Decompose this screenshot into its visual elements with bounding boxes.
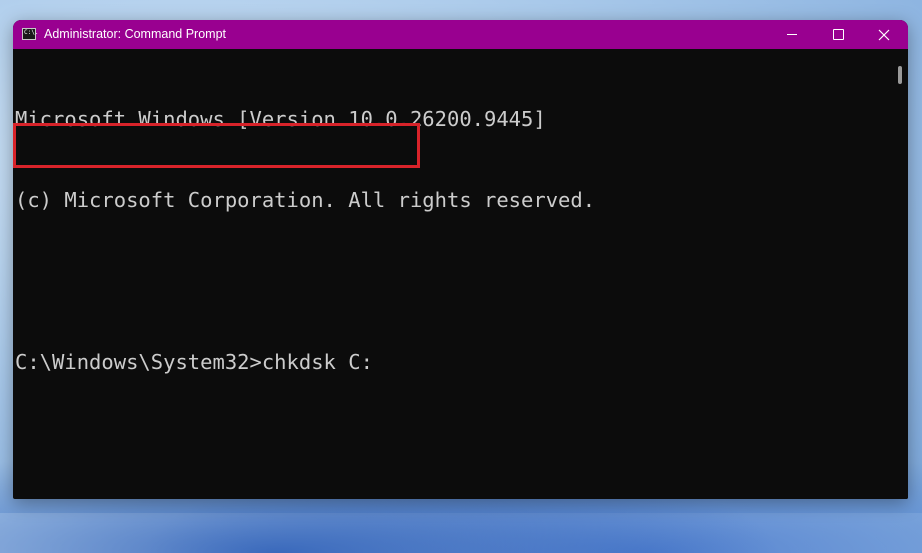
maximize-button[interactable] [815, 20, 861, 49]
minimize-icon [787, 34, 797, 35]
maximize-icon [832, 29, 844, 40]
command-highlight-box [13, 123, 420, 168]
command-prompt-window[interactable]: C:\. Administrator: Command Prompt Micro… [13, 20, 908, 499]
console-line-command: C:\Windows\System32>chkdsk C: [15, 350, 373, 374]
console-output[interactable]: Microsoft Windows [Version 10.0.26200.94… [13, 49, 891, 499]
console-line-copyright: (c) Microsoft Corporation. All rights re… [15, 188, 596, 212]
minimize-button[interactable] [769, 20, 815, 49]
close-icon [878, 29, 890, 40]
command-prompt-icon-glyph: C:\. [24, 29, 39, 36]
vertical-scrollbar[interactable] [891, 49, 908, 499]
window-title: Administrator: Command Prompt [44, 27, 227, 41]
scrollbar-thumb[interactable] [898, 66, 902, 84]
close-button[interactable] [861, 20, 907, 49]
command-prompt-icon[interactable]: C:\. [22, 28, 39, 40]
title-bar[interactable]: C:\. Administrator: Command Prompt [13, 20, 908, 49]
